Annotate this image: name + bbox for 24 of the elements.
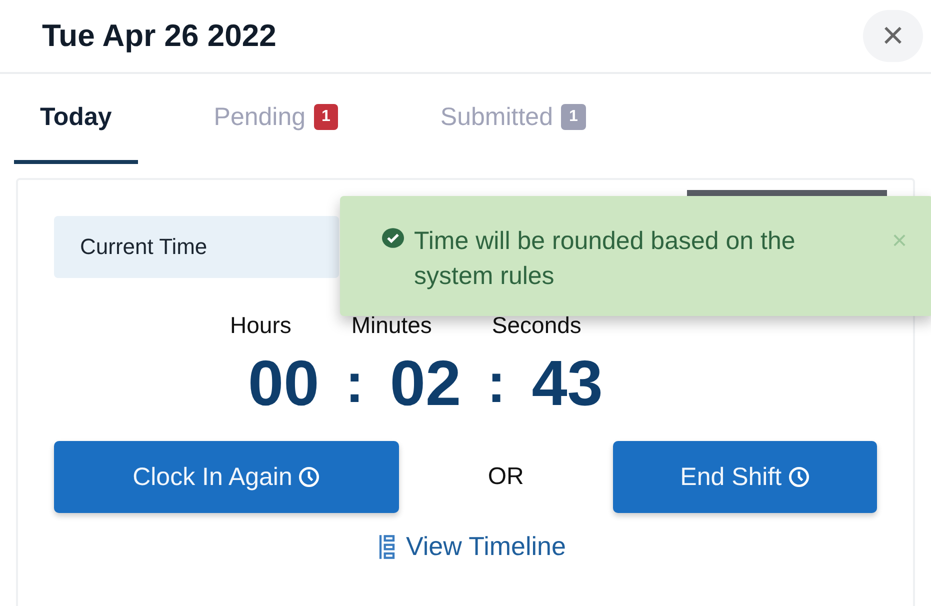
unit-label: Seconds	[492, 312, 582, 339]
close-button[interactable]: ×	[863, 10, 923, 62]
or-label: OR	[486, 463, 525, 491]
timer-value: 02	[390, 351, 462, 415]
timer-value: 00	[248, 351, 320, 415]
time-separator: :	[345, 355, 364, 411]
timer-value: 43	[532, 351, 603, 415]
end-shift-button[interactable]: End Shift	[612, 441, 878, 513]
current-time-pill: Current Time	[54, 216, 339, 278]
count-badge: 1	[314, 104, 338, 130]
view-timeline-link[interactable]: View Timeline	[54, 531, 880, 562]
unit-label: Hours	[230, 312, 292, 339]
timeline-icon	[378, 534, 396, 560]
count-badge: 1	[560, 104, 586, 130]
toast-message: Time will be rounded based on the system rules	[414, 226, 796, 292]
date-title: Tue Apr 26 2022	[42, 18, 276, 54]
clock-icon	[298, 466, 320, 488]
tab[interactable]: Pending 1	[188, 74, 364, 164]
time-separator: :	[487, 355, 506, 411]
clock-icon	[788, 466, 810, 488]
check-circle-icon	[380, 227, 406, 249]
tab[interactable]: Today	[14, 74, 138, 164]
unit-label: Minutes	[351, 312, 432, 339]
clock-in-button[interactable]: Clock In Again	[54, 441, 399, 513]
